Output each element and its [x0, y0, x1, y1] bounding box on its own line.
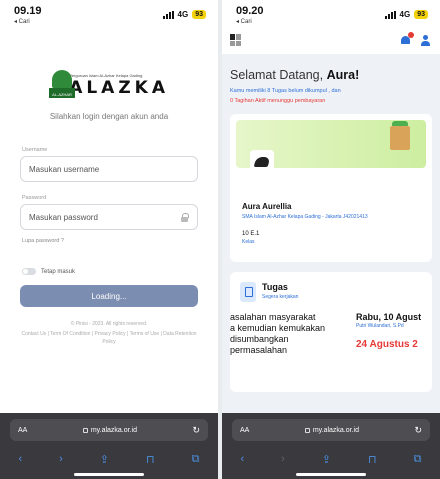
app-header	[222, 28, 440, 54]
forward-icon[interactable]: ›	[59, 453, 63, 465]
browser-toolbar: AA my.alazka.or.id ↻ ‹ › ⇪ ⊓ ⧉	[0, 413, 218, 479]
status-bar: 09.20 ◂ Cari 4G 93	[222, 0, 440, 28]
task-line: asalahan masyarakat	[230, 312, 316, 322]
logo-mark-text: AL-AZHAR	[52, 92, 72, 97]
signal-icon	[384, 10, 396, 19]
task-subtitle: Segera kerjakan	[262, 294, 299, 300]
tabs-icon[interactable]: ⧉	[414, 453, 422, 466]
reload-icon[interactable]: ↻	[192, 425, 200, 436]
login-screen: 09.19 ◂ Cari 4G 93 AL-AZHAR Perguruan Is…	[0, 0, 218, 479]
remember-toggle[interactable]	[22, 268, 36, 275]
network-label: 4G	[399, 10, 411, 19]
class-label: Kelas	[242, 239, 255, 245]
bag-illustration-icon	[390, 126, 410, 150]
bookmarks-icon[interactable]: ⊓	[368, 453, 377, 466]
task-document-icon	[240, 282, 256, 302]
signal-icon	[162, 10, 174, 19]
task-line: a kemudian kemukakan	[230, 323, 326, 333]
status-time: 09.20	[236, 5, 264, 17]
task-description: asalahan masyarakat a kemudian kemukakan…	[230, 312, 352, 356]
address-bar[interactable]: AA my.alazka.or.id ↻	[10, 419, 208, 441]
task-card[interactable]: Tugas Segera kerjakan asalahan masyaraka…	[230, 272, 432, 392]
forward-icon[interactable]: ›	[281, 453, 285, 465]
student-profile-card[interactable]: Aura Aurellia SMA Islam Al-Azhar Kelapa …	[230, 114, 432, 262]
student-class: 10 E.1	[242, 231, 260, 237]
url-text: my.alazka.or.id	[90, 426, 137, 434]
notification-bell-icon[interactable]	[400, 31, 414, 46]
battery-icon: 93	[414, 10, 428, 19]
logo-name: ALAZKA	[69, 78, 169, 98]
reader-button[interactable]: AA	[240, 427, 249, 434]
welcome-prefix: Selamat Datang,	[230, 68, 327, 82]
student-name: Aura Aurellia	[242, 202, 292, 211]
address-bar[interactable]: AA my.alazka.or.id ↻	[232, 419, 430, 441]
profile-banner	[236, 120, 426, 174]
copyright: © Pinisi - 2023. All rights reserved.	[70, 321, 148, 327]
task-title: Tugas	[262, 282, 288, 292]
password-label: Password	[22, 195, 47, 201]
share-icon[interactable]: ⇪	[100, 453, 109, 466]
forgot-password-link[interactable]: Lupa password ?	[22, 238, 218, 244]
home-indicator	[74, 473, 144, 476]
battery-icon: 93	[192, 10, 206, 19]
task-deadline: 24 Agustus 2	[356, 339, 418, 350]
status-bar: 09.19 ◂ Cari 4G 93	[0, 0, 218, 28]
share-icon[interactable]: ⇪	[322, 453, 331, 466]
home-indicator	[296, 473, 366, 476]
bills-notice[interactable]: 0 Tagihan Aktif menunggu pembayaran	[222, 94, 440, 104]
status-carrier: ◂ Cari	[236, 19, 252, 25]
remember-me[interactable]: Tetap masuk	[22, 268, 218, 275]
back-icon[interactable]: ‹	[18, 453, 22, 465]
back-icon[interactable]: ‹	[240, 453, 244, 465]
network-label: 4G	[177, 10, 189, 19]
avatar	[250, 150, 274, 174]
welcome-name: Aura!	[326, 68, 360, 82]
lock-icon	[82, 427, 88, 433]
task-line: permasalahan	[230, 345, 288, 355]
student-school: SMA Islam Al-Azhar Kelapa Gading - Jakar…	[242, 214, 368, 220]
notification-badge	[408, 31, 414, 38]
tasks-notice[interactable]: Kamu memiliki 8 Tugas belum dikumpul , d…	[222, 82, 440, 94]
lock-icon[interactable]	[180, 212, 189, 222]
login-hint: Silahkan login dengan akun anda	[49, 112, 169, 121]
mosque-logo-icon: AL-AZHAR	[49, 68, 75, 98]
lock-icon	[304, 427, 310, 433]
login-button[interactable]: Loading...	[20, 285, 198, 307]
tabs-icon[interactable]: ⧉	[192, 453, 200, 466]
bookmarks-icon[interactable]: ⊓	[146, 453, 155, 466]
status-time: 09.19	[14, 5, 42, 17]
reload-icon[interactable]: ↻	[414, 425, 422, 436]
username-input[interactable]: Masukan username	[20, 156, 198, 182]
welcome-heading: Selamat Datang, Aura!	[222, 54, 440, 82]
browser-toolbar: AA my.alazka.or.id ↻ ‹ › ⇪ ⊓ ⧉	[222, 413, 440, 479]
dashboard-screen: 09.20 ◂ Cari 4G 93 Selamat Datang, Aura!…	[222, 0, 440, 479]
menu-grid-icon[interactable]	[230, 34, 242, 46]
remember-label: Tetap masuk	[41, 268, 76, 275]
status-carrier: ◂ Cari	[14, 19, 30, 25]
task-date: Rabu, 10 Agust	[356, 312, 422, 322]
password-input[interactable]: Masukan password	[20, 204, 198, 230]
user-profile-icon[interactable]	[421, 34, 430, 46]
url-text: my.alazka.or.id	[312, 426, 359, 434]
task-line: disumbangkan	[230, 334, 289, 344]
footer-links[interactable]: Contact Us | Term Of Condition | Privacy…	[18, 330, 200, 346]
reader-button[interactable]: AA	[18, 427, 27, 434]
username-placeholder: Masukan username	[29, 164, 100, 174]
username-label: Username	[22, 147, 48, 153]
task-teacher: Putri Wulandari, S.Pd	[356, 323, 404, 329]
school-logo: AL-AZHAR Perguruan Islam Al-Azhar Kelapa…	[49, 68, 169, 98]
password-placeholder: Masukan password	[29, 212, 98, 222]
